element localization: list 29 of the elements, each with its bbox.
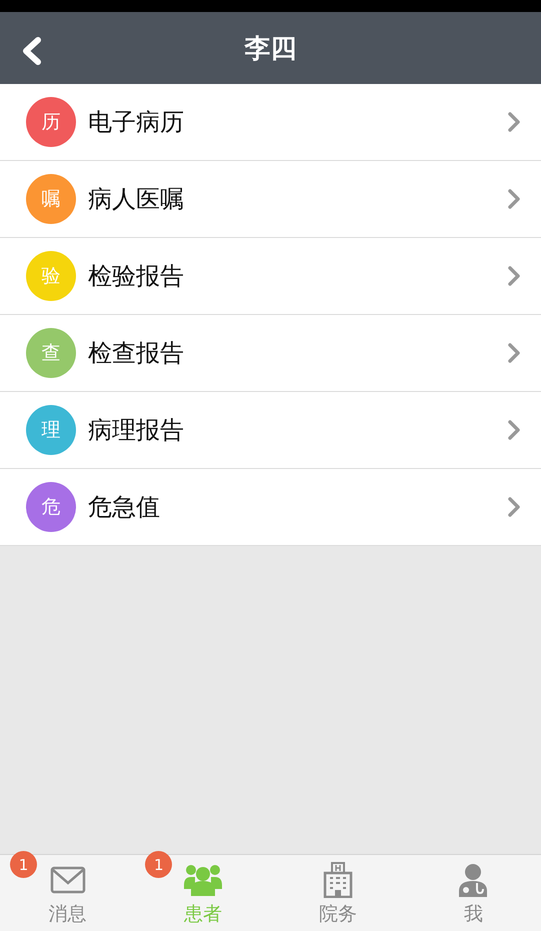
chevron-icon: [507, 419, 521, 441]
category-badge: 历: [26, 97, 76, 147]
category-badge: 嘱: [26, 174, 76, 224]
back-icon[interactable]: [20, 36, 44, 66]
tab-label: 院务: [319, 902, 358, 927]
building-icon: [323, 862, 354, 898]
count-badge: 1: [10, 851, 37, 878]
chevron-icon: [507, 342, 521, 364]
menu-item[interactable]: 验 检验报告: [0, 238, 541, 315]
tab-label: 患者: [184, 902, 222, 927]
menu-item[interactable]: 嘱 病人医嘱: [0, 161, 541, 238]
chevron-icon: [507, 496, 521, 518]
people-icon: [184, 862, 222, 898]
chevron-icon: [507, 265, 521, 287]
category-badge: 验: [26, 251, 76, 301]
tab-label: 我: [464, 902, 483, 927]
chevron-icon: [507, 188, 521, 210]
category-badge: 危: [26, 482, 76, 532]
person-icon: [457, 862, 490, 898]
menu-item[interactable]: 历 电子病历: [0, 84, 541, 161]
menu-item[interactable]: 理 病理报告: [0, 392, 541, 469]
tab-label: 消息: [48, 902, 87, 927]
chevron-icon: [507, 111, 521, 133]
category-badge: 查: [26, 328, 76, 378]
page-title: 李四: [244, 32, 296, 66]
menu-item[interactable]: 查 检查报告: [0, 315, 541, 392]
category-badge: 理: [26, 405, 76, 455]
count-badge: 1: [145, 851, 172, 878]
menu-item[interactable]: 危 危急值: [0, 469, 541, 546]
